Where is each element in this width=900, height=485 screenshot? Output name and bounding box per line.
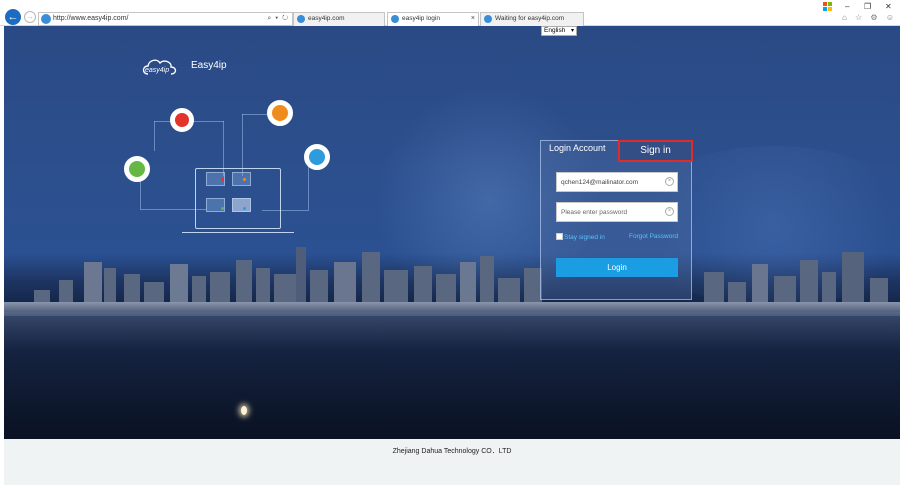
address-tools-icons[interactable]: ⌕ ▾ ↻ [267, 13, 289, 25]
tab-favicon-icon [391, 15, 399, 23]
login-page: English ▾ easy4ip Easy4ip Login Account … [4, 26, 900, 439]
connector-line [242, 114, 243, 176]
password-input[interactable] [557, 203, 665, 221]
tab-label: Waiting for easy4ip.com [495, 15, 565, 22]
stay-signed-in-checkbox[interactable]: Stay signed in [556, 233, 605, 241]
close-window-button[interactable]: ✕ [885, 2, 892, 11]
windows-logo-icon [823, 2, 832, 11]
login-button[interactable]: Login [556, 258, 678, 277]
tab-favicon-icon [297, 15, 305, 23]
back-button[interactable]: ← [5, 9, 21, 25]
stay-signed-in-label: Stay signed in [564, 234, 605, 241]
address-url: http://www.easy4ip.com/ [53, 15, 129, 22]
browser-chrome: ← → http://www.easy4ip.com/ ⌕ ▾ ↻ easy4i… [0, 0, 900, 26]
dome-camera-icon [170, 108, 194, 132]
minimize-button[interactable]: ‒ [845, 2, 849, 11]
forward-button[interactable]: → [24, 11, 36, 23]
tab-label: easy4ip login [402, 15, 440, 22]
language-select-value: English [544, 27, 566, 34]
connector-line [140, 181, 141, 209]
city-skyline-image [4, 222, 900, 312]
site-favicon-icon [41, 14, 51, 24]
ptz-camera-icon [304, 144, 330, 170]
username-field[interactable]: × [556, 172, 678, 192]
browser-tab-waiting[interactable]: Waiting for easy4ip.com [480, 12, 584, 26]
chevron-down-icon: ▾ [570, 28, 574, 34]
moon-light [241, 406, 247, 415]
password-field[interactable]: × [556, 202, 678, 222]
tab-close-icon[interactable]: × [471, 13, 475, 25]
bullet-camera-icon [124, 156, 150, 182]
browser-tab-login[interactable]: easy4ip login × [387, 12, 479, 26]
toolbar-icons[interactable]: ⌂ ☆ ⚙ ☺ [842, 13, 897, 22]
language-select[interactable]: English ▾ [541, 26, 577, 36]
water-reflection-image [4, 312, 900, 439]
footer-company: Zhejiang Dahua Technology CO．LTD [392, 448, 512, 455]
address-bar[interactable]: http://www.easy4ip.com/ ⌕ ▾ ↻ [38, 12, 293, 26]
tab-label: easy4ip.com [308, 15, 345, 22]
tab-favicon-icon [484, 15, 492, 23]
connector-line [154, 121, 155, 151]
restore-button[interactable]: ❐ [864, 2, 871, 11]
username-input[interactable] [557, 173, 665, 191]
tab-sign-in[interactable]: Sign in [618, 140, 693, 162]
clear-username-icon[interactable]: × [665, 177, 674, 186]
cube-camera-icon [267, 100, 293, 126]
tab-login-account[interactable]: Login Account [549, 143, 606, 153]
page-footer: Zhejiang Dahua Technology CO．LTD [4, 439, 900, 485]
forgot-password-link[interactable]: Forgot Password [629, 233, 678, 240]
browser-tab-easy4ip[interactable]: easy4ip.com [293, 12, 385, 26]
logo-text: easy4ip [145, 67, 170, 74]
monitor-screen [206, 172, 262, 218]
clear-password-icon[interactable]: × [665, 207, 674, 216]
brand-name: Easy4ip [191, 60, 227, 71]
checkbox-box[interactable] [556, 233, 563, 240]
